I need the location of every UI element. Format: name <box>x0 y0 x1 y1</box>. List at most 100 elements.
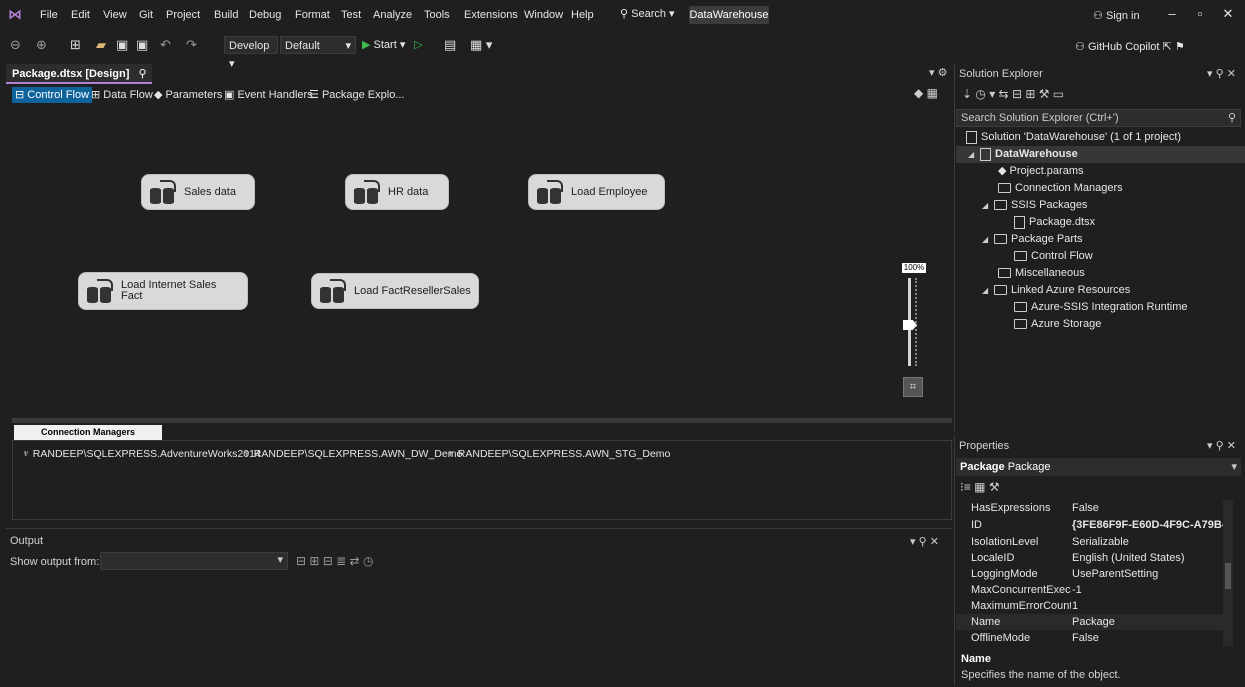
tree-item-linked-azure-resources[interactable]: ◢ Linked Azure Resources <box>956 282 1245 299</box>
document-tab-package-design[interactable]: Package.dtsx [Design] ⚲ ✕ <box>6 64 152 100</box>
property-row[interactable]: MaxConcurrentExecutat -1 <box>956 582 1228 598</box>
tree-item-project[interactable]: ◢ DataWarehouse <box>956 146 1245 163</box>
tree-item-package-parts[interactable]: ◢ Package Parts <box>956 231 1245 248</box>
variables-icon[interactable]: ◆ ▦ <box>914 86 938 100</box>
menu-edit[interactable]: Edit <box>71 9 90 21</box>
task-sales-data[interactable]: Sales data <box>141 174 255 210</box>
expand-icon[interactable]: ◢ <box>968 146 980 163</box>
property-row[interactable]: Name Package <box>956 614 1228 630</box>
tree-item-solution[interactable]: Solution 'DataWarehouse' (1 of 1 project… <box>956 129 1245 146</box>
menu-git[interactable]: Git <box>139 9 153 21</box>
platform-select[interactable]: Default ▾ <box>280 36 356 54</box>
expand-icon[interactable]: ◢ <box>982 231 994 248</box>
connection-manager-item[interactable]: ♆ RANDEEP\SQLEXPRESS.AWN_STG_Demo <box>447 448 670 460</box>
connection-managers-tab[interactable]: Connection Managers <box>14 425 162 440</box>
connection-manager-item[interactable]: ♆ RANDEEP\SQLEXPRESS.AWN_DW_Demo <box>243 448 462 460</box>
start-button[interactable]: ▶ Start ▾ ▷ <box>362 38 423 51</box>
tab-parameters[interactable]: ◆ Parameters <box>151 87 225 103</box>
menu-debug[interactable]: Debug <box>249 9 281 21</box>
feedback-icon[interactable]: ⚑ <box>1175 41 1185 53</box>
github-copilot-button[interactable]: ⚇ GitHub Copilot ⇱ ⚑ <box>1075 40 1185 53</box>
menu-analyze[interactable]: Analyze <box>373 9 412 21</box>
properties-scrollbar-thumb[interactable] <box>1225 563 1231 589</box>
chevron-down-icon: ▾ <box>277 554 283 566</box>
design-splitter[interactable] <box>12 418 952 423</box>
redo-icon[interactable]: ↷ <box>186 37 197 53</box>
properties-toolbar-icons[interactable]: ⁝≡ ▦ ⚒ <box>960 480 1000 494</box>
forward-icon[interactable]: ⊕ <box>36 37 47 53</box>
output-panel-controls-icon[interactable]: ▾ ⚲ ✕ <box>910 535 939 548</box>
menu-build[interactable]: Build <box>214 9 238 21</box>
search-button[interactable]: ⚲ Search ▾ <box>620 7 675 20</box>
hot-reload-icon[interactable]: ▤ <box>444 37 456 53</box>
output-toolbar-icons[interactable]: ⊟ ⊞ ⊟ ≣ ⇄ ◷ <box>296 554 373 568</box>
menu-window[interactable]: Window <box>524 9 563 21</box>
undo-icon[interactable]: ↶ <box>160 37 171 53</box>
task-hr-data[interactable]: HR data <box>345 174 449 210</box>
solution-explorer-controls-icon[interactable]: ▾ ⚲ ✕ <box>1207 67 1236 80</box>
close-icon[interactable]: ✕ <box>1216 6 1240 26</box>
property-row[interactable]: LoggingMode UseParentSetting <box>956 566 1228 582</box>
minimize-icon[interactable]: – <box>1160 6 1184 26</box>
tree-item-azure-storage[interactable]: Azure Storage <box>956 316 1245 333</box>
copilot-label: GitHub Copilot <box>1087 41 1160 53</box>
property-row[interactable]: OfflineMode False <box>956 630 1228 646</box>
sign-in-button[interactable]: ⚇ Sign in <box>1093 9 1140 22</box>
menu-format[interactable]: Format <box>295 9 330 21</box>
toolbar-overflow-icon[interactable]: ▦ ▾ <box>470 37 492 53</box>
property-row[interactable]: HasExpressions False <box>956 500 1228 516</box>
pin-icon[interactable]: ⚲ <box>138 68 146 80</box>
solution-explorer-search-input[interactable]: Search Solution Explorer (Ctrl+') ⚲ <box>956 109 1241 127</box>
property-description-name: Name <box>961 653 991 665</box>
tree-item-ssis-packages[interactable]: ◢ SSIS Packages <box>956 197 1245 214</box>
menu-extensions[interactable]: Extensions <box>464 9 518 21</box>
tree-item-connection-managers[interactable]: Connection Managers <box>956 180 1245 197</box>
expand-icon[interactable]: ◢ <box>982 282 994 299</box>
menu-test[interactable]: Test <box>341 9 361 21</box>
back-icon[interactable]: ⊖ <box>10 37 21 53</box>
configuration-select[interactable]: Develop ▾ <box>224 36 278 70</box>
sign-in-label: Sign in <box>1105 10 1140 22</box>
tab-package-explorer[interactable]: ☰ Package Explo... <box>306 87 408 103</box>
share-icon[interactable]: ⇱ <box>1163 41 1172 53</box>
restore-icon[interactable]: ▫ <box>1188 6 1212 26</box>
params-icon: ◆ <box>998 165 1010 177</box>
task-load-internet-sales-fact[interactable]: Load Internet Sales Fact <box>78 272 248 310</box>
property-row[interactable]: MaximumErrorCount 1 <box>956 598 1228 614</box>
property-row[interactable]: IsolationLevel Serializable <box>956 534 1228 550</box>
task-load-employee[interactable]: Load Employee <box>528 174 665 210</box>
tree-item-package-dtsx[interactable]: Package.dtsx <box>956 214 1245 231</box>
output-source-select[interactable]: ▾ <box>100 552 288 570</box>
play-icon: ▶ <box>362 39 371 51</box>
tab-list-dropdown-icon[interactable]: ▾ ⚙ <box>929 66 947 79</box>
tree-item-control-flow[interactable]: Control Flow <box>956 248 1245 265</box>
new-project-icon[interactable]: ⊞ <box>70 37 81 53</box>
save-all-icon[interactable]: ▣ <box>136 37 148 53</box>
menu-tools[interactable]: Tools <box>424 9 450 21</box>
tab-event-handlers[interactable]: ▣ Event Handlers <box>221 87 316 103</box>
menu-file[interactable]: File <box>40 9 58 21</box>
task-label: Load Internet Sales Fact <box>121 279 217 302</box>
control-flow-design-surface[interactable] <box>12 106 935 417</box>
properties-object-select[interactable]: Package Package ▾ <box>956 458 1241 476</box>
properties-controls-icon[interactable]: ▾ ⚲ ✕ <box>1207 439 1236 452</box>
open-folder-icon[interactable]: ▰ <box>96 37 106 53</box>
task-load-factresellersales[interactable]: Load FactResellerSales <box>311 273 479 309</box>
menu-project[interactable]: Project <box>166 9 200 21</box>
property-row[interactable]: ID {3FE86F9F-E60D-4F9C-A79B-3D <box>956 517 1230 533</box>
solution-explorer-toolbar-icons[interactable]: ⇣ ◷ ▾ ⇆ ⊟ ⊞ ⚒ ▭ <box>962 87 1064 101</box>
tab-control-flow[interactable]: ⊟ Control Flow <box>12 87 93 103</box>
zoom-to-fit-icon[interactable]: ⌗ <box>903 377 923 397</box>
tab-data-flow[interactable]: ⊞ Data Flow <box>88 87 156 103</box>
expand-icon[interactable]: ◢ <box>982 197 994 214</box>
tree-item-miscellaneous[interactable]: Miscellaneous <box>956 265 1245 282</box>
tree-item-azure-ssis-ir[interactable]: Azure-SSIS Integration Runtime <box>956 299 1245 316</box>
visual-studio-logo-icon[interactable]: ⋈ <box>8 6 28 22</box>
property-row[interactable]: LocaleID English (United States) <box>956 550 1228 566</box>
save-icon[interactable]: ▣ <box>116 37 128 53</box>
start-without-debugging-icon[interactable]: ▷ <box>414 39 422 51</box>
tree-item-project-params[interactable]: ◆ Project.params <box>956 163 1245 180</box>
menu-view[interactable]: View <box>103 9 127 21</box>
connection-manager-item[interactable]: ♆ RANDEEP\SQLEXPRESS.AdventureWorks2014 <box>22 448 261 460</box>
menu-help[interactable]: Help <box>571 9 594 21</box>
